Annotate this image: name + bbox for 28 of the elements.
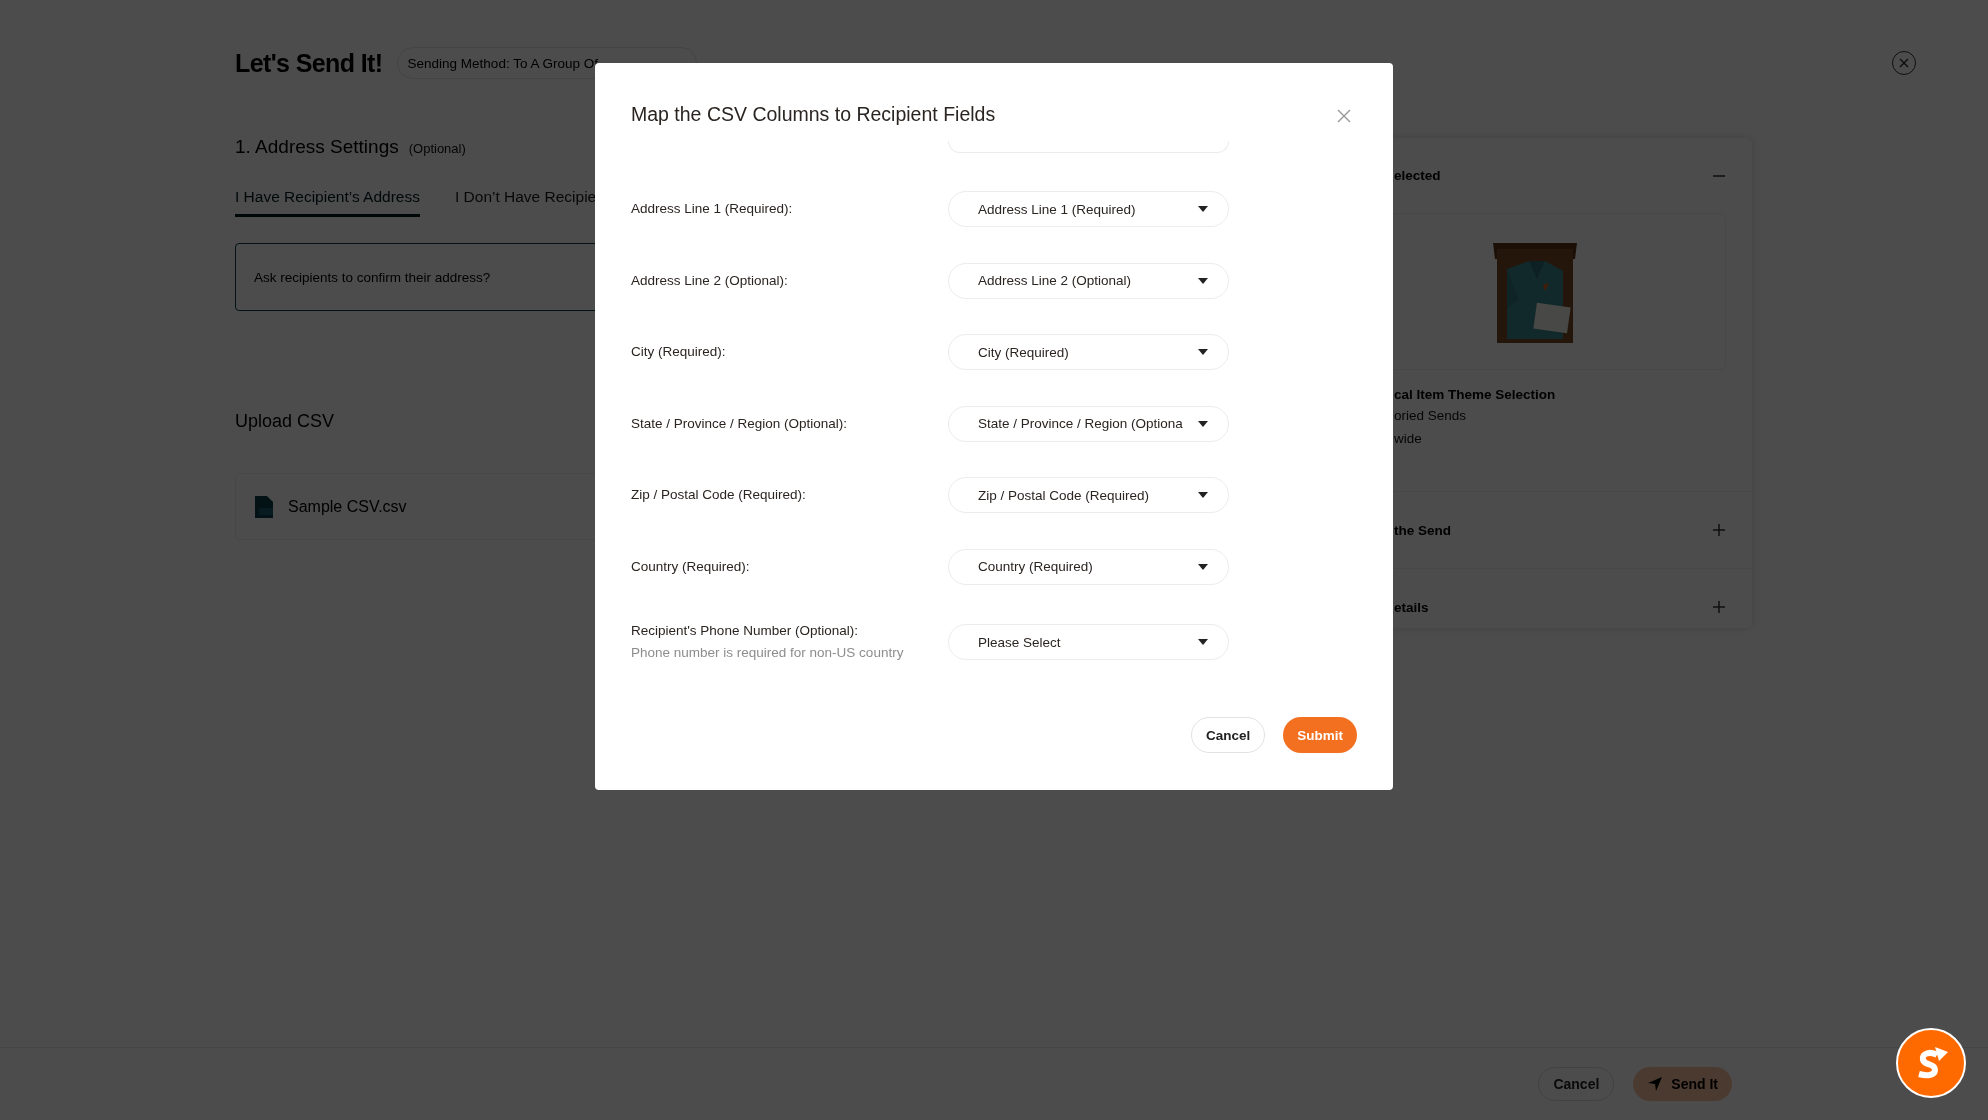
item-detail: oried Sends [1394, 407, 1468, 425]
caret-icon [1198, 492, 1208, 498]
caret-icon [1198, 349, 1208, 355]
item-title: cal Item Theme Selection [1394, 386, 1557, 404]
field-label: Zip / Postal Code (Required): [631, 486, 807, 504]
confirm-question: Ask recipients to confirm their address? [254, 269, 491, 285]
page-title: Let's Send It! [235, 48, 383, 78]
section-title: 1. Address Settings [235, 136, 399, 158]
field-label: Country (Required): [631, 557, 751, 576]
field-label: City (Required): [631, 343, 727, 361]
file-name: Sample CSV.csv [288, 497, 407, 516]
upload-title: Upload CSV [235, 411, 335, 433]
dialog-title: Map the CSV Columns to Recipient Fields [631, 102, 996, 127]
caret-icon [1198, 563, 1208, 570]
field-hint: Phone number is required for non-US country [631, 644, 905, 662]
close-button[interactable] [1337, 109, 1351, 123]
field-label: State / Province / Region (Optional): [631, 414, 849, 433]
caret-icon [1198, 639, 1208, 645]
caret-icon [1198, 206, 1208, 212]
field-label: Address Line 1 (Required): [631, 200, 794, 218]
optional-hint: (Optional) [408, 141, 466, 156]
close-icon [1337, 109, 1351, 123]
item-detail: wide [1394, 430, 1423, 448]
cancel-button[interactable]: Cancel [1190, 717, 1266, 753]
field-label: Recipient's Phone Number (Optional): [631, 622, 859, 640]
field-label: Address Line 2 (Optional): [631, 271, 789, 290]
caret-icon [1198, 420, 1208, 427]
caret-icon [1198, 277, 1208, 284]
